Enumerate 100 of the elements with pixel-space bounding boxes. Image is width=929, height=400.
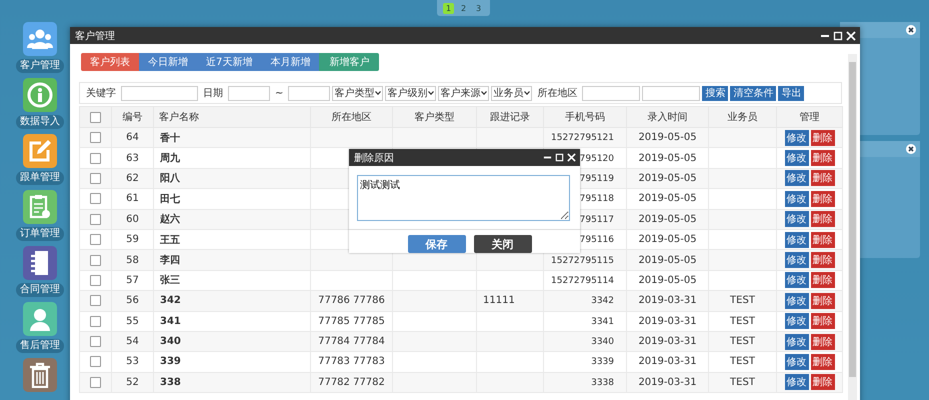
close-icon[interactable]	[906, 144, 916, 154]
add-customer-button[interactable]: 新增客户	[319, 53, 380, 71]
checkbox[interactable]	[90, 316, 101, 327]
table-cell-text: 64	[125, 132, 140, 144]
delete-button[interactable]: 删除	[810, 190, 834, 207]
edit-button[interactable]: 修改	[784, 150, 808, 166]
close-icon[interactable]	[567, 153, 576, 162]
app-label: 跟单管理	[16, 171, 64, 185]
filter-button[interactable]: 搜索	[702, 86, 728, 100]
tab[interactable]: 本月新增	[261, 53, 320, 71]
tab[interactable]: 客户列表	[81, 53, 139, 71]
table-cell: 3341	[591, 316, 614, 327]
page-link[interactable]: 3	[473, 2, 484, 14]
table-cell-text: 57	[125, 274, 140, 286]
close-icon[interactable]	[906, 25, 916, 35]
checkbox[interactable]	[90, 152, 101, 164]
app-tile[interactable]	[23, 190, 57, 224]
filter-select[interactable]: 客户类型	[332, 86, 384, 100]
column-header: 客户类型	[392, 106, 476, 128]
input-field[interactable]	[642, 86, 700, 100]
edit-button[interactable]: 修改	[784, 334, 808, 350]
delete-button[interactable]: 删除	[810, 252, 834, 268]
close-button[interactable]: 关闭	[474, 235, 532, 253]
delete-button[interactable]: 删除	[810, 334, 834, 350]
table-cell: 795117	[580, 214, 614, 225]
filter-select[interactable]: 客户来源	[438, 86, 490, 100]
page-link[interactable]: 2	[458, 2, 469, 14]
app-tile[interactable]	[23, 246, 57, 280]
app-tile[interactable]	[23, 358, 57, 392]
filter-button[interactable]: 清空条件	[730, 86, 776, 100]
table-cell-text: 周九	[159, 152, 181, 166]
input-field[interactable]	[121, 86, 198, 100]
app-label: 数据导入	[16, 115, 64, 129]
filter-select[interactable]: 客户级别	[385, 86, 436, 100]
close-icon[interactable]	[846, 30, 856, 40]
edit-button[interactable]: 修改	[784, 354, 808, 370]
delete-button[interactable]: 删除	[810, 130, 834, 146]
edit-button[interactable]: 修改	[784, 292, 808, 309]
checkbox[interactable]	[90, 254, 101, 266]
table-cell-text: 58	[125, 254, 140, 266]
checkbox[interactable]	[90, 172, 101, 184]
checkbox[interactable]	[90, 376, 101, 388]
filter-select[interactable]: 业务员	[491, 86, 532, 100]
delete-button[interactable]: 删除	[810, 211, 834, 228]
scrollbar[interactable]	[848, 54, 857, 400]
checkbox[interactable]	[90, 295, 101, 306]
tab[interactable]: 今日新增	[139, 53, 197, 71]
table-cell-text: 2019-05-05	[637, 132, 698, 144]
checkbox[interactable]	[90, 112, 101, 122]
save-button[interactable]: 保存	[408, 235, 466, 253]
edit-button[interactable]: 修改	[784, 232, 808, 248]
checkbox[interactable]	[90, 214, 101, 225]
table-cell-text: 2019-05-05	[637, 152, 698, 164]
column-header: 跟进记录	[476, 106, 544, 128]
filter-label: 所在地区	[536, 86, 578, 100]
edit-button[interactable]: 修改	[784, 130, 808, 146]
app-tile[interactable]	[23, 134, 57, 168]
table-cell-text: 77786 77786	[317, 295, 386, 306]
edit-button[interactable]: 修改	[784, 313, 808, 330]
delete-button[interactable]: 删除	[810, 150, 834, 166]
delete-button[interactable]: 删除	[810, 354, 834, 370]
table-cell-text: 77784 77784	[317, 336, 386, 348]
table-cell-text: 77782 77782	[317, 376, 386, 388]
input-field[interactable]	[228, 86, 270, 100]
tab[interactable]: 近7天新增	[197, 53, 262, 71]
table-cell-text: 338	[159, 376, 182, 388]
column-header: 管理	[776, 106, 842, 128]
delete-button[interactable]: 删除	[810, 374, 834, 390]
edit-button[interactable]: 修改	[784, 170, 808, 186]
app-tile[interactable]	[23, 302, 57, 336]
delete-button[interactable]: 删除	[810, 170, 834, 186]
app-tile[interactable]	[23, 78, 57, 112]
delete-button[interactable]: 删除	[810, 292, 834, 309]
checkbox[interactable]	[90, 274, 101, 286]
app-tile[interactable]	[23, 22, 57, 56]
checkbox[interactable]	[90, 234, 101, 246]
table-cell-text: 56	[125, 295, 140, 306]
input-field[interactable]	[288, 86, 330, 100]
edit-button[interactable]: 修改	[784, 190, 808, 207]
maximize-icon[interactable]	[833, 30, 843, 40]
delete-button[interactable]: 删除	[810, 232, 834, 248]
edit-button[interactable]: 修改	[784, 211, 808, 228]
input-field[interactable]	[582, 86, 640, 100]
page-link[interactable]: 1	[443, 2, 454, 14]
edit-button[interactable]: 修改	[784, 252, 808, 268]
person-icon	[28, 307, 52, 331]
checkbox[interactable]	[90, 132, 101, 144]
maximize-icon[interactable]	[555, 153, 564, 162]
app-label: 合同管理	[16, 283, 64, 297]
delete-button[interactable]: 删除	[810, 313, 834, 330]
edit-button[interactable]: 修改	[784, 374, 808, 390]
table-cell-text: 2019-03-31	[637, 356, 698, 368]
checkbox[interactable]	[90, 356, 101, 368]
filter-button[interactable]: 导出	[778, 86, 804, 100]
reason-field[interactable]: 测试测试	[357, 175, 570, 221]
checkbox[interactable]	[90, 336, 101, 348]
delete-button[interactable]: 删除	[810, 272, 834, 288]
edit-button[interactable]: 修改	[784, 272, 808, 288]
table-cell-text: TEST	[729, 336, 756, 348]
checkbox[interactable]	[90, 193, 101, 204]
